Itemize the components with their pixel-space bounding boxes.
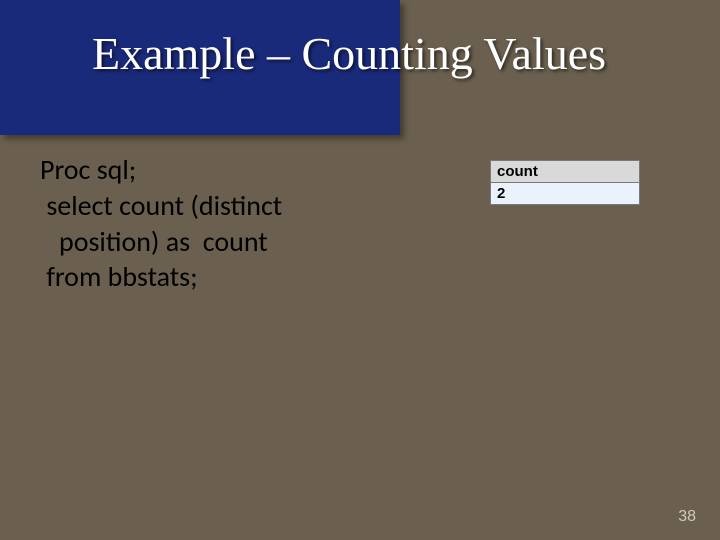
code-block: Proc sql; select count (distinct positio… bbox=[40, 152, 282, 295]
table-row: count bbox=[491, 161, 640, 183]
table-header-count: count bbox=[491, 161, 640, 183]
page-number: 38 bbox=[678, 508, 696, 526]
table-row: 2 bbox=[491, 183, 640, 205]
table-cell-value: 2 bbox=[491, 183, 640, 205]
code-line-2: select count (distinct bbox=[40, 188, 282, 224]
slide-title: Example – Counting Values bbox=[92, 30, 692, 78]
code-line-4: from bbstats; bbox=[40, 259, 282, 295]
slide: Example – Counting Values Proc sql; sele… bbox=[0, 0, 720, 540]
code-line-3: position) as count bbox=[40, 224, 282, 260]
result-table: count 2 bbox=[490, 160, 640, 205]
code-line-1: Proc sql; bbox=[40, 152, 282, 188]
